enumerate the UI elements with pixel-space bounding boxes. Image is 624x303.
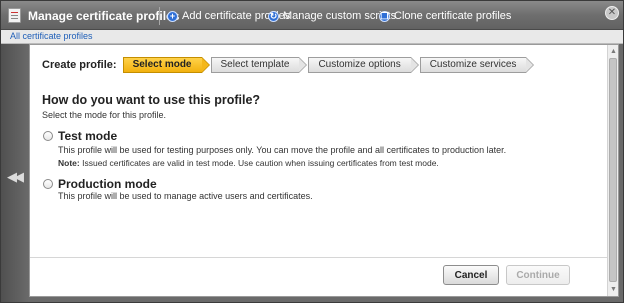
step-select-mode[interactable]: Select mode — [122, 57, 210, 73]
page-subtext: Select the mode for this profile. — [42, 110, 167, 120]
expand-panel-icon[interactable]: ◀◀ — [7, 169, 24, 185]
manage-custom-scripts-button[interactable]: ↻ Manage custom scripts — [268, 10, 396, 22]
production-mode-description: This profile will be used to manage acti… — [58, 191, 313, 201]
test-mode-note: Note: Issued certificates are valid in t… — [58, 158, 439, 168]
clone-certificate-profiles-button[interactable]: ❐ Clone certificate profiles — [379, 10, 511, 22]
plus-icon: + — [167, 10, 178, 22]
step-customize-services[interactable]: Customize services — [419, 57, 535, 73]
vertical-scrollbar[interactable]: ▲ ▼ — [607, 45, 618, 296]
stepper-label: Create profile: — [42, 59, 117, 71]
copy-icon: ❐ — [379, 10, 390, 22]
test-mode-description: This profile will be used for testing pu… — [58, 145, 507, 155]
document-icon — [8, 8, 21, 23]
test-mode-radio[interactable] — [43, 131, 53, 141]
title-bar: Manage certificate profiles + Add certif… — [1, 1, 623, 30]
scrollbar-thumb[interactable] — [609, 58, 617, 282]
production-mode-radio[interactable] — [43, 179, 53, 189]
test-mode-title[interactable]: Test mode — [58, 129, 117, 143]
toolbar-separator — [159, 7, 160, 25]
refresh-icon: ↻ — [268, 10, 279, 22]
production-mode-title[interactable]: Production mode — [58, 177, 157, 191]
step-select-template[interactable]: Select template — [210, 57, 308, 73]
step-customize-options[interactable]: Customize options — [308, 57, 419, 73]
collapsed-side-panel: ◀◀ — [1, 44, 29, 302]
window-title: Manage certificate profiles — [28, 9, 180, 23]
clone-certificate-profiles-label: Clone certificate profiles — [394, 10, 512, 22]
scroll-down-arrow-icon[interactable]: ▼ — [609, 285, 618, 294]
wizard-panel: Create profile: Select mode Select templ… — [29, 44, 619, 297]
page-heading: How do you want to use this profile? — [42, 93, 261, 107]
breadcrumb-link-all-certificate-profiles[interactable]: All certificate profiles — [10, 31, 93, 41]
manage-certificate-profiles-window: Manage certificate profiles + Add certif… — [0, 0, 624, 303]
close-icon[interactable]: ✕ — [605, 6, 619, 20]
scroll-up-arrow-icon[interactable]: ▲ — [609, 47, 618, 56]
breadcrumb: All certificate profiles — [1, 30, 623, 44]
wizard-stepper: Create profile: Select mode Select templ… — [42, 57, 535, 73]
note-label: Note: — [58, 158, 80, 168]
continue-button[interactable]: Continue — [506, 265, 570, 285]
note-text: Issued certificates are valid in test mo… — [82, 158, 439, 168]
footer-divider — [30, 257, 608, 258]
cancel-button[interactable]: Cancel — [443, 265, 499, 285]
